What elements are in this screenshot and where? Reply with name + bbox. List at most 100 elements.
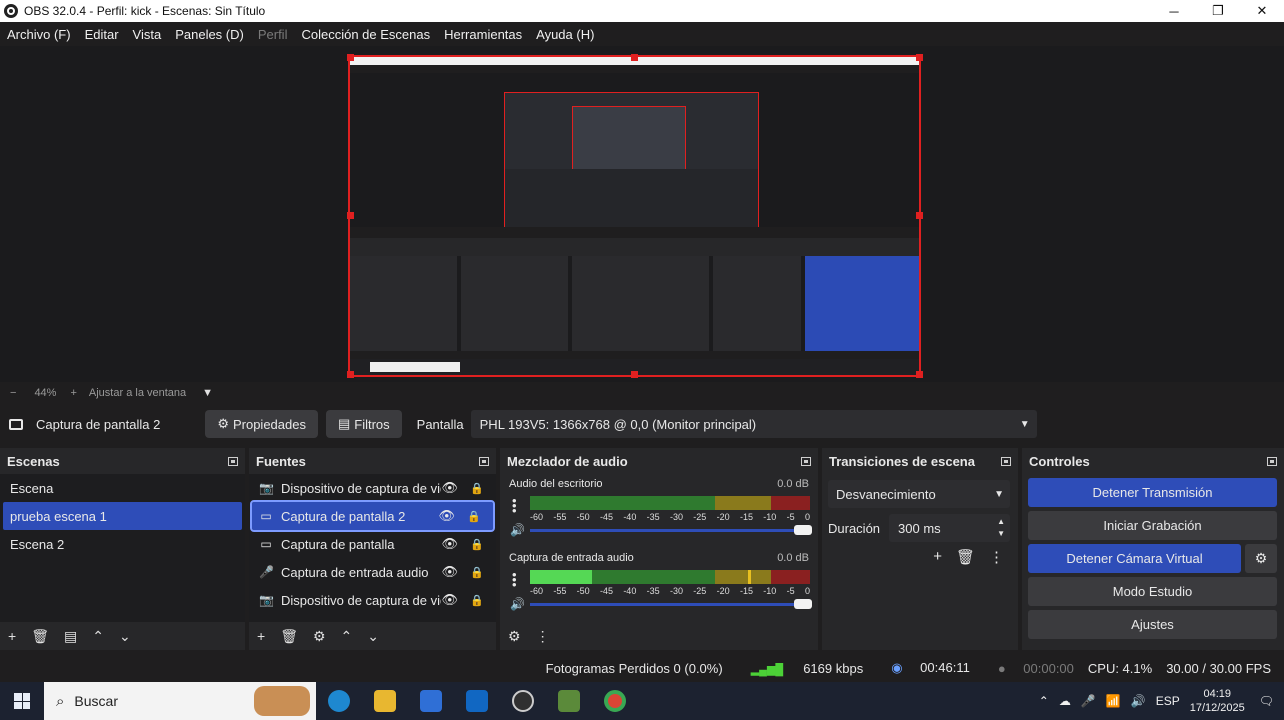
maximize-button[interactable]: ❐ xyxy=(1196,0,1240,22)
clock[interactable]: 04:19 17/12/2025 xyxy=(1190,687,1245,715)
speaker-icon[interactable]: 🔊 xyxy=(510,523,525,537)
scene-item-selected[interactable]: prueba escena 1 xyxy=(3,502,242,530)
filters-button[interactable]: ▤ Filtros xyxy=(325,410,402,438)
volume-slider[interactable] xyxy=(530,525,812,535)
zoom-fit-label[interactable]: Ajustar a la ventana xyxy=(89,387,186,399)
resize-handle[interactable] xyxy=(347,54,354,61)
volume-knob[interactable] xyxy=(794,525,812,535)
language-indicator[interactable]: ESP xyxy=(1156,694,1180,708)
settings-button[interactable]: Ajustes xyxy=(1028,610,1277,639)
store-icon[interactable] xyxy=(408,682,454,720)
resize-handle[interactable] xyxy=(916,212,923,219)
menu-perfil[interactable]: Perfil xyxy=(258,27,288,42)
spinner-arrows-icon[interactable]: ▲ ▼ xyxy=(997,516,1005,540)
close-button[interactable]: ✕ xyxy=(1240,0,1284,22)
lock-icon[interactable]: 🔒 xyxy=(470,566,484,579)
resize-handle[interactable] xyxy=(631,54,638,61)
edge-icon[interactable] xyxy=(316,682,362,720)
outlook-icon[interactable] xyxy=(454,682,500,720)
wifi-icon[interactable]: 📶 xyxy=(1106,694,1121,708)
stop-stream-button[interactable]: Detener Transmisión xyxy=(1028,478,1277,507)
chevron-down-icon[interactable]: ⌄ xyxy=(367,628,379,645)
lock-icon[interactable]: 🔒 xyxy=(470,482,484,495)
scene-item[interactable]: Escena xyxy=(0,474,245,502)
undock-icon[interactable] xyxy=(1267,456,1277,466)
add-scene-icon[interactable]: + xyxy=(8,628,16,644)
resize-handle[interactable] xyxy=(916,54,923,61)
transition-select[interactable]: Desvanecimiento ▼ xyxy=(828,480,1010,508)
chevron-up-icon[interactable]: ⌃ xyxy=(1039,694,1049,708)
visibility-eye-icon[interactable]: 👁 xyxy=(438,508,455,524)
source-item-selected[interactable]: ▭ Captura de pantalla 2 👁 🔒 xyxy=(250,500,495,532)
undock-icon[interactable] xyxy=(1001,456,1011,466)
menu-vista[interactable]: Vista xyxy=(133,27,162,42)
menu-paneles[interactable]: Paneles (D) xyxy=(175,27,244,42)
menu-editar[interactable]: Editar xyxy=(85,27,119,42)
undock-icon[interactable] xyxy=(801,456,811,466)
scene-item[interactable]: Escena 2 xyxy=(0,530,245,558)
microphone-icon[interactable]: 🎤 xyxy=(1081,694,1096,708)
speaker-icon[interactable]: 🔊 xyxy=(510,597,525,611)
menu-coleccion-escenas[interactable]: Colección de Escenas xyxy=(301,27,430,42)
studio-mode-button[interactable]: Modo Estudio xyxy=(1028,577,1277,606)
resize-handle[interactable] xyxy=(631,371,638,378)
chrome-icon[interactable] xyxy=(592,682,638,720)
add-source-icon[interactable]: + xyxy=(257,628,265,644)
preview-area[interactable] xyxy=(0,46,1284,382)
zoom-chevron-down-icon[interactable]: ▼ xyxy=(202,387,213,399)
properties-button[interactable]: ⚙ Propiedades xyxy=(205,410,318,438)
minecraft-icon[interactable] xyxy=(546,682,592,720)
chevron-up-icon[interactable]: ⌃ xyxy=(92,628,104,645)
minimize-button[interactable]: ─ xyxy=(1152,0,1196,22)
more-vertical-icon[interactable]: • • • xyxy=(512,568,517,591)
duration-input[interactable]: 300 ms ▲ ▼ xyxy=(889,514,1010,542)
visibility-eye-icon[interactable]: 👁 xyxy=(441,564,458,580)
zoom-in-button[interactable]: + xyxy=(70,387,76,399)
source-item[interactable]: 📷 Dispositivo de captura de vid 👁 🔒 xyxy=(249,586,496,614)
zoom-out-button[interactable]: − xyxy=(10,387,16,399)
source-item[interactable]: ▭ Captura de pantalla 👁 🔒 xyxy=(249,530,496,558)
gear-icon[interactable]: ⚙ xyxy=(1245,544,1277,573)
menu-archivo[interactable]: Archivo (F) xyxy=(7,27,71,42)
trash-icon[interactable]: 🗑 xyxy=(956,548,975,566)
source-item[interactable]: 📷 Dispositivo de captura de vid 👁 🔒 xyxy=(249,474,496,502)
start-recording-button[interactable]: Iniciar Grabación xyxy=(1028,511,1277,540)
more-vertical-icon[interactable]: ⋮ xyxy=(989,548,1004,566)
notification-icon[interactable]: 🗨 xyxy=(1259,694,1274,708)
file-explorer-icon[interactable] xyxy=(362,682,408,720)
more-vertical-icon[interactable]: ⋮ xyxy=(536,628,550,645)
start-button[interactable] xyxy=(0,682,44,720)
volume-slider[interactable] xyxy=(530,599,812,609)
undock-icon[interactable] xyxy=(228,456,238,466)
menu-herramientas[interactable]: Herramientas xyxy=(444,27,522,42)
resize-handle[interactable] xyxy=(347,212,354,219)
visibility-eye-icon[interactable]: 👁 xyxy=(441,536,458,552)
scene-filter-icon[interactable]: ▤ xyxy=(64,628,77,645)
visibility-eye-icon[interactable]: 👁 xyxy=(441,480,458,496)
more-vertical-icon[interactable]: • • • xyxy=(512,494,517,517)
resize-handle[interactable] xyxy=(916,371,923,378)
preview-canvas[interactable] xyxy=(348,55,921,377)
network-status-icon[interactable]: ☁ xyxy=(1059,694,1071,708)
lock-icon[interactable]: 🔒 xyxy=(470,538,484,551)
add-transition-icon[interactable]: + xyxy=(933,548,942,566)
display-select[interactable]: PHL 193V5: 1366x768 @ 0,0 (Monitor princ… xyxy=(470,410,1037,438)
advanced-audio-icon[interactable]: ⚙ xyxy=(508,628,521,645)
volume-icon[interactable]: 🔊 xyxy=(1131,694,1146,708)
resize-handle[interactable] xyxy=(347,371,354,378)
obs-taskbar-icon[interactable] xyxy=(500,682,546,720)
visibility-eye-icon[interactable]: 👁 xyxy=(441,592,458,608)
undock-icon[interactable] xyxy=(479,456,489,466)
trash-icon[interactable]: 🗑 xyxy=(31,628,49,645)
source-item[interactable]: 🎤 Captura de entrada audio 👁 🔒 xyxy=(249,558,496,586)
chevron-down-icon[interactable]: ⌄ xyxy=(119,628,131,645)
lock-icon[interactable]: 🔒 xyxy=(470,594,484,607)
taskbar-search[interactable]: ⌕ Buscar xyxy=(44,682,316,720)
volume-knob[interactable] xyxy=(794,599,812,609)
chevron-up-icon[interactable]: ⌃ xyxy=(341,628,353,645)
gear-icon[interactable]: ⚙ xyxy=(313,628,326,645)
lock-icon[interactable]: 🔒 xyxy=(467,510,481,523)
trash-icon[interactable]: 🗑 xyxy=(280,628,298,645)
stop-virtual-camera-button[interactable]: Detener Cámara Virtual xyxy=(1028,544,1241,573)
menu-ayuda[interactable]: Ayuda (H) xyxy=(536,27,594,42)
